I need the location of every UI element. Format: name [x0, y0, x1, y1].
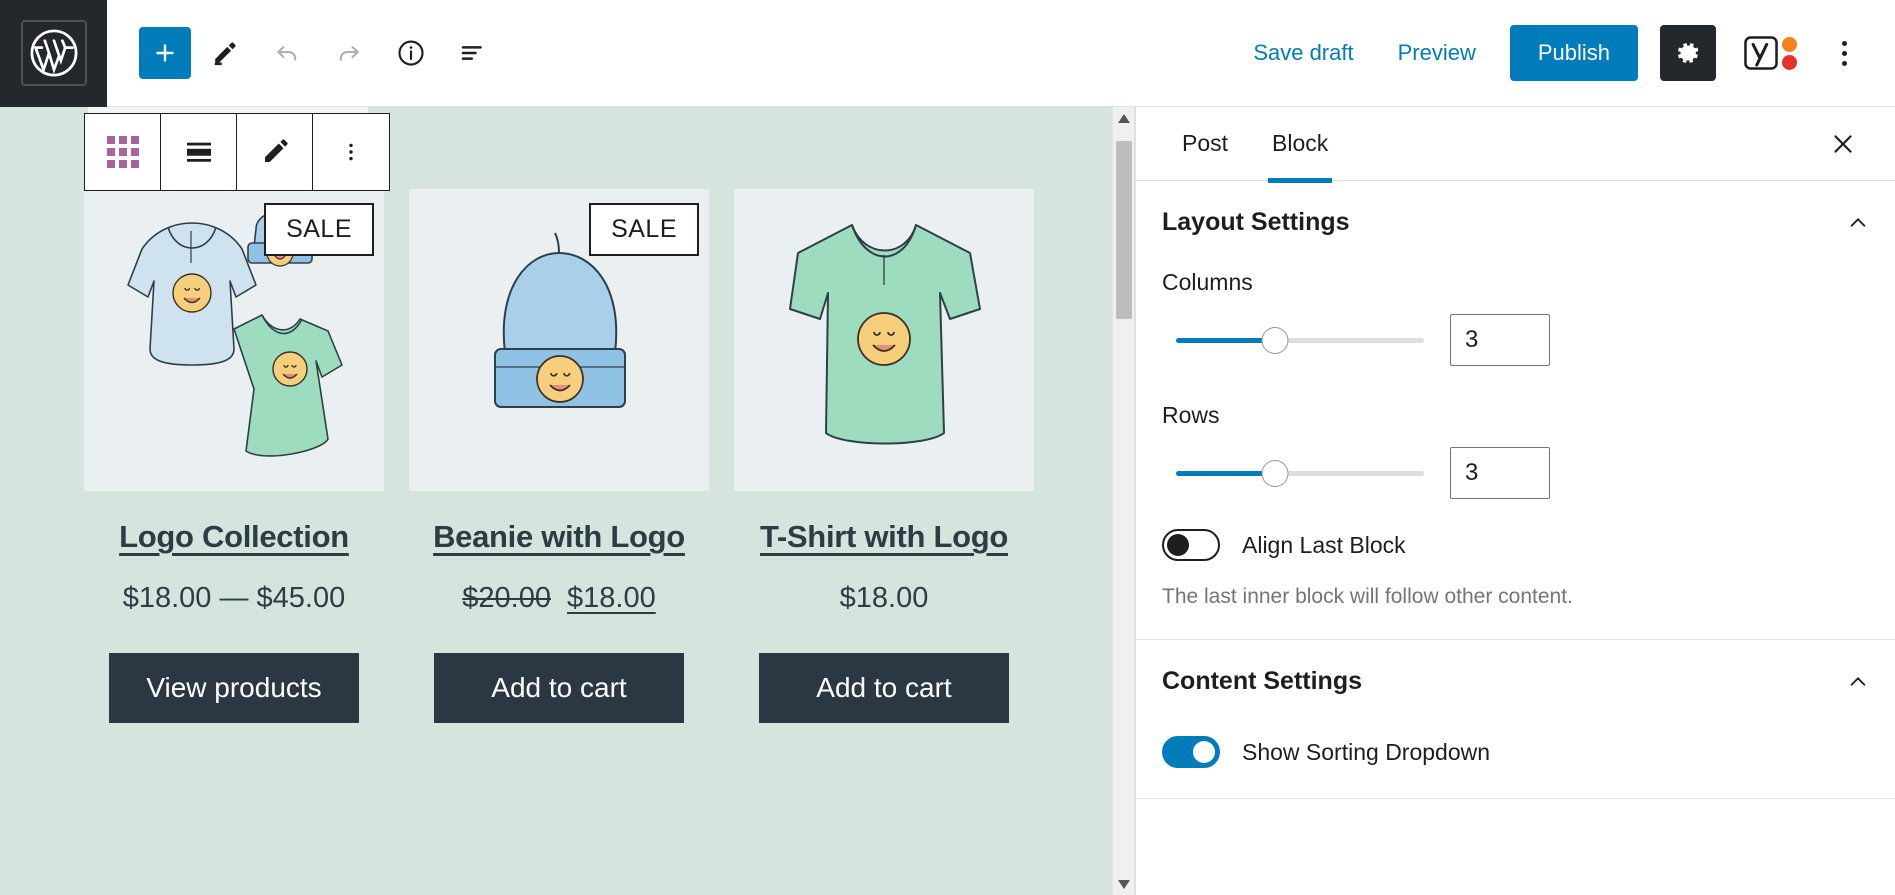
settings-sidebar: Post Block Layout Settings Columns 3 Row… — [1135, 107, 1895, 895]
tools-pencil-button[interactable] — [197, 25, 253, 81]
triangle-down-icon — [1118, 879, 1130, 889]
block-toolbar — [84, 113, 390, 191]
add-block-button[interactable] — [139, 27, 191, 79]
product-price: $20.00 $18.00 — [409, 582, 709, 615]
product-title[interactable]: Beanie with Logo — [409, 519, 709, 555]
rows-label: Rows — [1162, 402, 1220, 428]
close-x-icon — [1834, 134, 1852, 153]
details-info-button[interactable] — [383, 25, 439, 81]
redo-button[interactable] — [321, 25, 377, 81]
product-image: SALE — [84, 189, 384, 491]
grid-block-icon — [106, 136, 139, 168]
pencil-edit-icon — [264, 139, 288, 162]
panel-layout-settings-header[interactable]: Layout Settings — [1162, 181, 1869, 255]
align-last-block-control: Align Last Block — [1162, 529, 1869, 561]
yoast-status-dots — [1782, 36, 1797, 70]
grid-block-type-button[interactable] — [85, 114, 161, 190]
price-value: $18.00 — [839, 582, 929, 614]
panel-content-settings-header[interactable]: Content Settings — [1162, 640, 1869, 714]
columns-control — [1162, 314, 1869, 366]
block-more-options-button[interactable] — [313, 114, 389, 190]
block-alignment-button[interactable] — [161, 114, 237, 190]
close-sidebar-button[interactable] — [1821, 122, 1865, 166]
align-last-block-label: Align Last Block — [1242, 531, 1406, 558]
product-title[interactable]: T-Shirt with Logo — [734, 519, 1034, 555]
tab-block[interactable]: Block — [1250, 107, 1350, 183]
scrollbar-thumb[interactable] — [1116, 141, 1132, 319]
align-last-block-toggle[interactable] — [1162, 529, 1220, 561]
price-regular: $20.00 — [462, 582, 551, 614]
triangle-up-icon — [1118, 113, 1130, 123]
rows-slider[interactable] — [1176, 459, 1424, 487]
sale-badge: SALE — [589, 203, 699, 256]
product-price: $18.00 — $45.00 — [84, 582, 384, 615]
yoast-seo-icon — [1744, 36, 1778, 70]
chevron-up-icon — [1850, 676, 1866, 686]
yoast-seo-button[interactable] — [1742, 34, 1797, 72]
product-action-button[interactable]: Add to cart — [759, 653, 1009, 723]
sale-badge: SALE — [264, 203, 374, 256]
scroll-down-button[interactable] — [1113, 873, 1135, 895]
editor-top-bar: Save draft Preview Publish — [0, 0, 1895, 107]
rows-control — [1162, 447, 1869, 499]
columns-number-input[interactable] — [1450, 314, 1550, 366]
rows-number-input[interactable] — [1450, 447, 1550, 499]
edit-block-button[interactable] — [237, 114, 313, 190]
kebab-menu-icon — [349, 143, 353, 161]
price-value: $18.00 — $45.00 — [122, 582, 346, 614]
product-grid: SALE Logo Collection $18.00 — $45.00 Vie… — [84, 189, 1034, 723]
more-options-button[interactable] — [1819, 25, 1869, 81]
panel-layout-settings: Layout Settings Columns Rows — [1136, 181, 1895, 640]
slider-fill — [1176, 470, 1276, 476]
scroll-up-button[interactable] — [1113, 107, 1135, 129]
publish-button[interactable]: Publish — [1509, 25, 1638, 81]
show-sorting-dropdown-toggle[interactable] — [1162, 736, 1220, 768]
undo-button[interactable] — [259, 25, 315, 81]
toggle-knob — [1193, 741, 1215, 763]
product-card[interactable]: SALE Beanie with Logo $20.00 $18.00 Add … — [409, 189, 709, 723]
panel-title: Layout Settings — [1162, 208, 1350, 236]
columns-label: Columns — [1162, 269, 1253, 295]
product-title[interactable]: Logo Collection — [84, 519, 384, 555]
align-last-block-help: The last inner block will follow other c… — [1162, 585, 1573, 608]
wordpress-block-editor: Save draft Preview Publish SALE Logo Col… — [0, 0, 1895, 895]
top-bar-right-actions: Save draft Preview Publish — [1231, 25, 1895, 81]
canvas-scrollbar[interactable] — [1112, 107, 1134, 895]
product-card[interactable]: SALE Logo Collection $18.00 — $45.00 Vie… — [84, 189, 384, 723]
settings-sidebar-toggle[interactable] — [1660, 25, 1716, 81]
sidebar-tabs: Post Block — [1136, 107, 1895, 183]
show-sorting-dropdown-control: Show Sorting Dropdown — [1162, 736, 1869, 768]
slider-fill — [1176, 337, 1276, 343]
panel-content-settings: Content Settings Show Sorting Dropdown — [1136, 640, 1895, 799]
kebab-menu-icon — [1841, 40, 1847, 46]
tshirt-illustration — [734, 189, 1034, 491]
editor-canvas: SALE Logo Collection $18.00 — $45.00 Vie… — [0, 107, 1135, 895]
product-card[interactable]: T-Shirt with Logo $18.00 Add to cart — [734, 189, 1034, 723]
tab-post[interactable]: Post — [1160, 107, 1250, 181]
top-bar-left-tools — [107, 25, 501, 81]
wordpress-logo-icon — [20, 20, 87, 86]
chevron-up-icon — [1850, 217, 1866, 227]
price-sale: $18.00 — [567, 582, 656, 614]
wordpress-logo-button[interactable] — [0, 0, 107, 107]
panel-title: Content Settings — [1162, 667, 1362, 695]
slider-thumb[interactable] — [1261, 459, 1289, 487]
list-view-button[interactable] — [445, 25, 501, 81]
align-wide-icon — [186, 142, 211, 162]
product-image: SALE — [409, 189, 709, 491]
product-action-button[interactable]: Add to cart — [434, 653, 684, 723]
product-image — [734, 189, 1034, 491]
show-sorting-dropdown-label: Show Sorting Dropdown — [1242, 738, 1491, 765]
save-draft-button[interactable]: Save draft — [1231, 28, 1375, 78]
preview-button[interactable]: Preview — [1376, 28, 1498, 78]
toggle-knob — [1167, 534, 1189, 556]
product-action-button[interactable]: View products — [109, 653, 359, 723]
columns-slider[interactable] — [1176, 326, 1424, 354]
product-price: $18.00 — [734, 582, 1034, 615]
slider-thumb[interactable] — [1261, 326, 1289, 354]
